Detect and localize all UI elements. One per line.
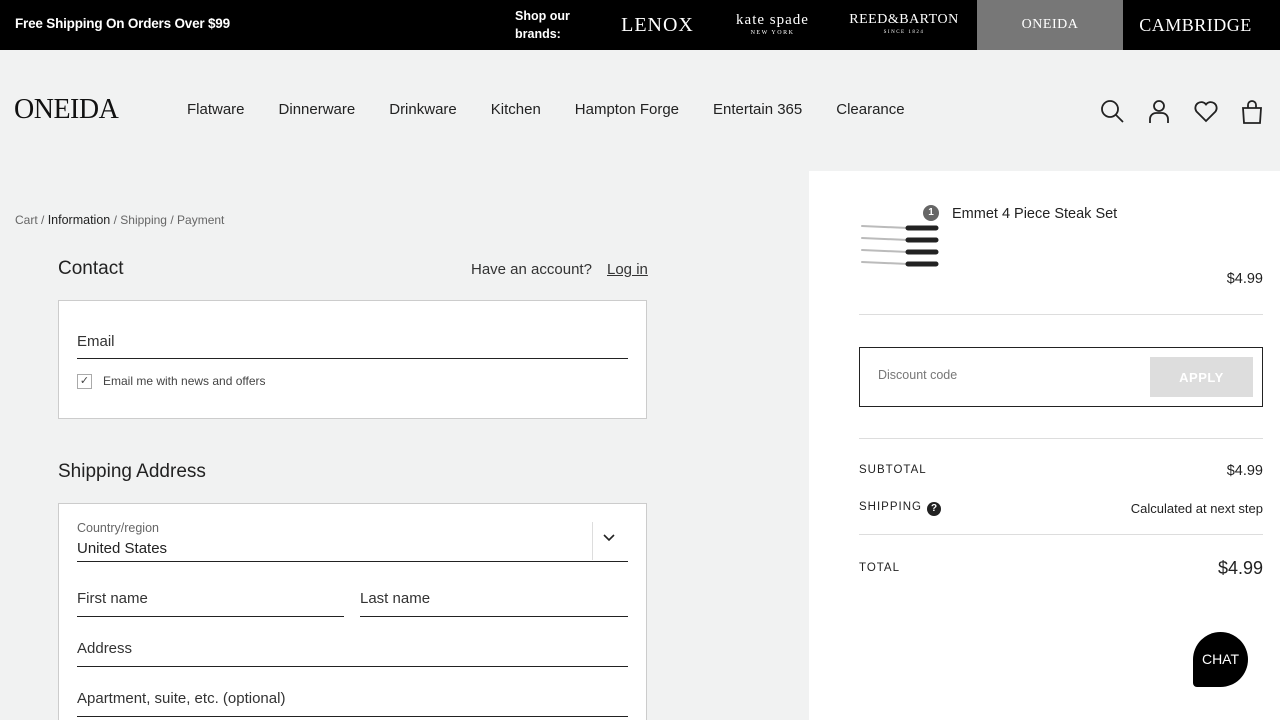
brand-lenox-label: LENOX (621, 13, 694, 36)
shipping-label: SHIPPING (859, 501, 922, 513)
nav-flatware[interactable]: Flatware (187, 101, 245, 118)
country-select-value: United States (77, 540, 168, 557)
shop-brands-label: Shop our brands: (515, 9, 570, 41)
shopping-bag-icon[interactable] (1239, 98, 1265, 124)
newsletter-label: Email me with news and offers (103, 374, 266, 388)
apartment-field[interactable] (77, 680, 628, 717)
brand-lenox-link[interactable]: LENOX (610, 0, 705, 50)
address-input[interactable] (77, 630, 628, 666)
breadcrumb-separator: / (170, 213, 174, 227)
product-thumbnail (860, 214, 940, 274)
site-header: ONEIDA Flatware Dinnerware Drinkware Kit… (0, 50, 1280, 171)
shipping-address-box: Country/region United States (58, 503, 647, 720)
total-value: $4.99 (1217, 558, 1263, 578)
brand-reed-barton-label: REED&BARTON (849, 12, 959, 27)
divider (859, 314, 1263, 315)
total-label: TOTAL (859, 562, 900, 574)
divider (859, 534, 1263, 535)
breadcrumb-cart[interactable]: Cart (15, 213, 38, 227)
newsletter-checkbox[interactable]: ✓ (77, 374, 92, 389)
steak-knife-image (861, 225, 939, 267)
help-question-icon[interactable]: ? (927, 502, 941, 516)
shipping-address-title: Shipping Address (58, 461, 206, 482)
brand-kate-spade-link[interactable]: kate spade NEW YORK (720, 0, 825, 50)
country-select[interactable]: Country/region United States (77, 514, 628, 562)
nav-entertain-365[interactable]: Entertain 365 (713, 101, 802, 118)
first-name-input[interactable] (77, 580, 344, 616)
breadcrumb-shipping: Shipping (120, 213, 167, 227)
nav-drinkware[interactable]: Drinkware (389, 101, 457, 118)
have-account-text: Have an account? (471, 261, 592, 278)
brand-kate-spade-label: kate spade (736, 12, 809, 28)
contact-title: Contact (58, 258, 124, 279)
free-shipping-promo: Free Shipping On Orders Over $99 (15, 16, 230, 31)
subtotal-value: $4.99 (1226, 463, 1263, 479)
email-field[interactable] (77, 325, 628, 359)
apartment-input[interactable] (77, 680, 628, 716)
breadcrumb-separator: / (113, 213, 117, 227)
address-field[interactable] (77, 630, 628, 667)
apply-discount-button[interactable]: APPLY (1150, 357, 1253, 397)
brand-cambridge-link[interactable]: CAMBRIDGE (1123, 0, 1268, 50)
oneida-logo[interactable]: ONEIDA (14, 94, 119, 126)
account-icon[interactable] (1146, 98, 1172, 124)
chevron-down-icon (599, 530, 619, 546)
select-divider (592, 522, 593, 560)
brand-kate-spade-sub: NEW YORK (750, 30, 795, 36)
first-name-field[interactable] (77, 580, 344, 617)
email-input[interactable] (77, 325, 628, 358)
subtotal-label: SUBTOTAL (859, 464, 927, 476)
discount-code-box: APPLY (859, 347, 1263, 407)
login-link[interactable]: Log in (607, 261, 648, 278)
nav-dinnerware[interactable]: Dinnerware (279, 101, 356, 118)
brand-oneida-label: ONEIDA (1021, 17, 1079, 32)
top-promo-bar: Free Shipping On Orders Over $99 Shop ou… (0, 0, 1280, 50)
nav-hampton-forge[interactable]: Hampton Forge (575, 101, 679, 118)
search-icon[interactable] (1099, 98, 1125, 124)
breadcrumb: Cart / Information / Shipping / Payment (15, 213, 224, 227)
country-select-label: Country/region (77, 521, 159, 535)
shipping-value: Calculated at next step (1130, 501, 1263, 516)
breadcrumb-payment: Payment (177, 213, 225, 227)
discount-code-input[interactable] (878, 368, 1138, 382)
nav-kitchen[interactable]: Kitchen (491, 101, 541, 118)
product-name: Emmet 4 Piece Steak Set (952, 206, 1118, 222)
breadcrumb-separator: / (41, 213, 45, 227)
brand-reed-barton-link[interactable]: REED&BARTON SINCE 1824 (840, 0, 968, 50)
divider (859, 438, 1263, 439)
product-price: $4.99 (1226, 271, 1263, 287)
chat-button[interactable]: CHAT (1193, 632, 1248, 687)
last-name-field[interactable] (360, 580, 628, 617)
contact-box: ✓ Email me with news and offers (58, 300, 647, 419)
brand-oneida-link[interactable]: ONEIDA (977, 0, 1123, 50)
quantity-badge: 1 (923, 205, 939, 221)
brand-reed-barton-sub: SINCE 1824 (883, 30, 925, 35)
last-name-input[interactable] (360, 580, 628, 616)
wishlist-heart-icon[interactable] (1193, 98, 1219, 124)
brand-cambridge-label: CAMBRIDGE (1139, 14, 1252, 35)
breadcrumb-information: Information (47, 213, 111, 227)
main-nav: Flatware Dinnerware Drinkware Kitchen Ha… (187, 101, 939, 118)
nav-clearance[interactable]: Clearance (836, 101, 904, 118)
